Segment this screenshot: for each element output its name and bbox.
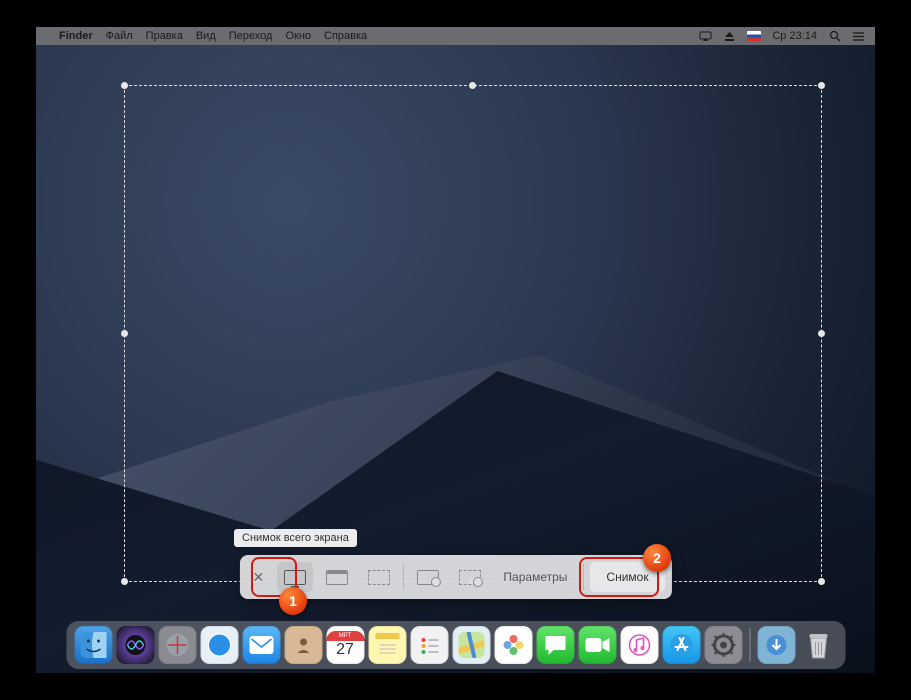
menu-window[interactable]: Окно (285, 30, 311, 42)
selection-handle-mr[interactable] (818, 330, 825, 337)
capture-window-button[interactable] (318, 562, 354, 592)
dock-reminders-icon[interactable] (410, 626, 448, 664)
menubar: Finder Файл Правка Вид Переход Окно Спра… (36, 27, 875, 45)
dock-facetime-icon[interactable] (578, 626, 616, 664)
menubar-clock[interactable]: Ср 23:14 (772, 30, 817, 42)
toolbar-divider (583, 564, 584, 590)
spotlight-search-icon[interactable] (828, 30, 841, 43)
notification-center-icon[interactable] (852, 30, 865, 43)
dock-siri-icon[interactable] (116, 626, 154, 664)
menu-go[interactable]: Переход (229, 30, 273, 42)
menu-edit[interactable]: Правка (146, 30, 183, 42)
record-entire-screen-button[interactable] (409, 562, 445, 592)
menubar-app-name[interactable]: Finder (59, 30, 93, 42)
dock-calendar-icon[interactable]: МРТ27 (326, 626, 364, 664)
eject-icon[interactable] (723, 30, 736, 43)
screen-icon (283, 570, 305, 585)
dock-itunes-icon[interactable] (620, 626, 658, 664)
capture-selection-button[interactable] (360, 562, 396, 592)
desktop-screen: Finder Файл Правка Вид Переход Окно Спра… (36, 27, 875, 673)
toolbar-divider (402, 564, 403, 590)
dock-mail-icon[interactable] (242, 626, 280, 664)
capture-selection-rect[interactable] (124, 85, 822, 582)
dock-downloads-icon[interactable] (757, 626, 795, 664)
dock-trash-icon[interactable] (799, 626, 837, 664)
dock-safari-icon[interactable] (200, 626, 238, 664)
selection-handle-bl[interactable] (121, 578, 128, 585)
dock-photos-icon[interactable] (494, 626, 532, 664)
menu-view[interactable]: Вид (196, 30, 216, 42)
dock-appstore-icon[interactable] (662, 626, 700, 664)
dock-messages-icon[interactable] (536, 626, 574, 664)
dock-contacts-icon[interactable] (284, 626, 322, 664)
dock-separator (749, 628, 750, 662)
dock-launchpad-icon[interactable] (158, 626, 196, 664)
toolbar-close-button[interactable]: ✕ (246, 565, 270, 589)
selection-handle-tl[interactable] (121, 82, 128, 89)
selection-handle-ml[interactable] (121, 330, 128, 337)
capture-mode-tooltip: Снимок всего экрана (234, 529, 357, 547)
input-language-flag-icon[interactable] (747, 31, 761, 41)
dock: МРТ27 (66, 621, 845, 669)
calendar-day-label: 27 (336, 641, 354, 659)
calendar-month-label: МРТ (326, 631, 364, 641)
selection-icon (367, 570, 389, 585)
selection-handle-br[interactable] (818, 578, 825, 585)
annotation-badge-1: 1 (279, 587, 307, 615)
dock-notes-icon[interactable] (368, 626, 406, 664)
dock-preferences-icon[interactable] (704, 626, 742, 664)
record-selection-icon (458, 570, 480, 585)
airplay-icon[interactable] (699, 30, 712, 43)
record-screen-icon (416, 570, 438, 585)
selection-handle-tr[interactable] (818, 82, 825, 89)
options-button[interactable]: Параметры (493, 562, 577, 592)
dock-finder-icon[interactable] (74, 626, 112, 664)
record-selection-button[interactable] (451, 562, 487, 592)
menu-file[interactable]: Файл (106, 30, 133, 42)
selection-handle-tc[interactable] (469, 82, 476, 89)
window-icon (325, 570, 347, 585)
annotation-badge-2: 2 (643, 544, 671, 572)
menu-help[interactable]: Справка (324, 30, 367, 42)
dock-maps-icon[interactable] (452, 626, 490, 664)
